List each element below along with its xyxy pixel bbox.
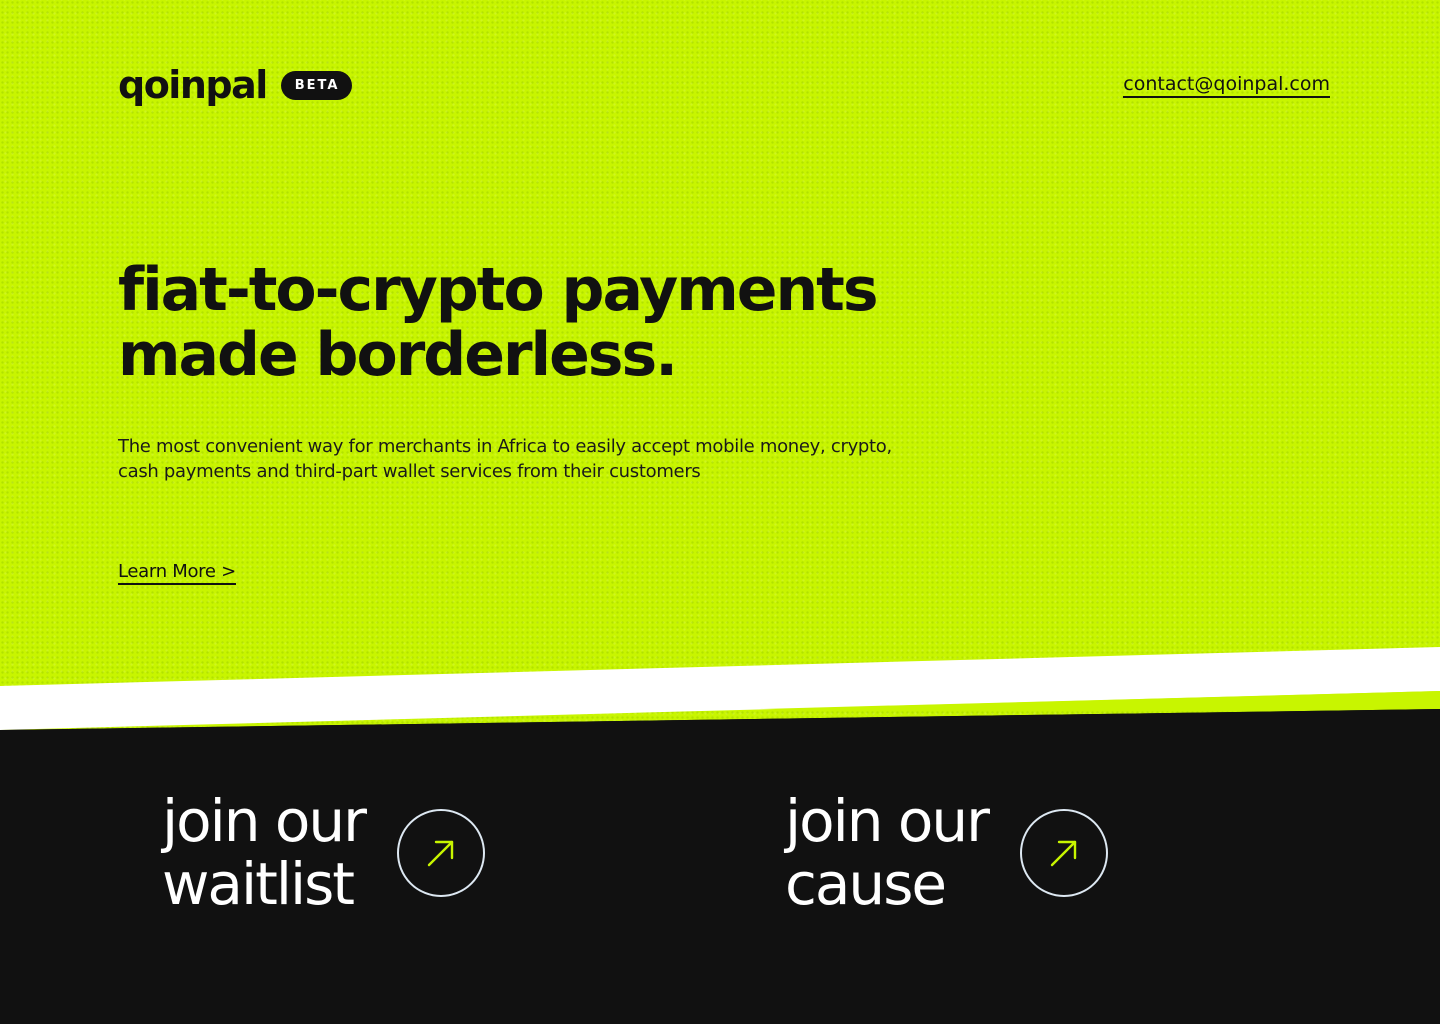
arrow-up-right-icon [427,840,454,867]
join-waitlist-cta[interactable]: join our waitlist [162,787,486,918]
hero-headline: fiat-to-crypto payments made borderless. [118,258,1018,388]
join-waitlist-text[interactable]: join our waitlist [162,787,367,918]
logo[interactable]: qoinpal [118,66,268,104]
brand[interactable]: qoinpal BETA [118,66,353,104]
hero-description: The most convenient way for merchants in… [118,434,938,484]
join-cause-cta[interactable]: join our cause [785,787,1109,918]
join-cause-text[interactable]: join our cause [785,787,990,918]
learn-more-link[interactable]: Learn More > [118,561,236,585]
waitlist-line-2: waitlist [162,850,355,918]
waitlist-line-1: join our [162,787,367,855]
contact-email-link[interactable]: contact@qoinpal.com [1123,73,1330,98]
arrow-up-right-icon [1050,840,1077,867]
headline-line-2: made borderless. [118,320,678,390]
cause-line-1: join our [785,787,990,855]
headline-line-1: fiat-to-crypto payments [118,255,879,325]
landing-page: qoinpal BETA contact@qoinpal.com fiat-to… [0,0,1440,1024]
cause-line-2: cause [785,850,947,918]
description-line-1: The most convenient way for merchants in… [118,436,892,457]
beta-badge: BETA [280,70,353,100]
waitlist-arrow-button[interactable] [397,809,486,897]
site-header: qoinpal BETA contact@qoinpal.com [118,60,1330,110]
cause-arrow-button[interactable] [1020,809,1109,897]
description-line-2: cash payments and third-part wallet serv… [118,461,701,482]
